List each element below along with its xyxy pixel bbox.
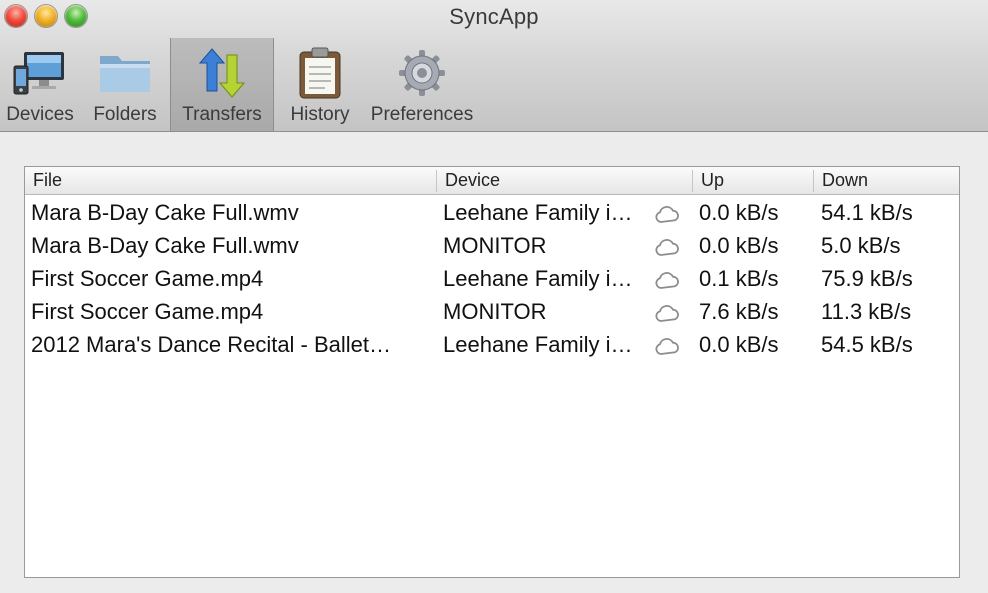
gear-icon — [392, 46, 452, 100]
toolbar-folders-button[interactable]: Folders — [80, 38, 170, 131]
column-header-device[interactable]: Device — [436, 170, 500, 192]
window-title: SyncApp — [449, 4, 539, 29]
device-name-cell: Leehane Family i… — [443, 200, 633, 225]
file-name-cell: First Soccer Game.mp4 — [31, 266, 264, 291]
toolbar-devices-button[interactable]: Devices — [0, 38, 80, 131]
upload-rate-cell: 7.6 kB/s — [699, 299, 779, 324]
upload-rate-cell: 0.0 kB/s — [699, 332, 779, 357]
toolbar: Devices Folders Transfers History Prefer… — [0, 38, 478, 131]
file-name-cell: 2012 Mara's Dance Recital - Ballet… — [31, 332, 392, 357]
download-rate-cell: 54.5 kB/s — [821, 332, 913, 357]
cloud-icon — [653, 237, 681, 263]
syncapp-window: SyncApp Devices Folders Transfers Histor… — [0, 0, 988, 593]
file-name-cell: Mara B-Day Cake Full.wmv — [31, 200, 299, 225]
transfers-table: File Device Up Down Mara B-Day Cake Full… — [24, 166, 960, 578]
device-name-cell: Leehane Family i… — [443, 332, 633, 357]
upload-rate-cell: 0.0 kB/s — [699, 200, 779, 225]
upload-rate-cell: 0.1 kB/s — [699, 266, 779, 291]
file-name-cell: First Soccer Game.mp4 — [31, 299, 264, 324]
device-name-cell: MONITOR — [443, 299, 547, 324]
cloud-icon — [653, 336, 681, 362]
column-header-down[interactable]: Down — [813, 170, 868, 192]
download-rate-cell: 54.1 kB/s — [821, 200, 913, 225]
table-row[interactable]: First Soccer Game.mp4 Leehane Family i… 0.… — [25, 263, 959, 296]
file-name-cell: Mara B-Day Cake Full.wmv — [31, 233, 299, 258]
toolbar-preferences-label: Preferences — [370, 104, 474, 125]
devices-icon — [10, 46, 70, 100]
toolbar-devices-label: Devices — [6, 104, 74, 125]
toolbar-transfers-button[interactable]: Transfers — [170, 38, 274, 131]
upload-rate-cell: 0.0 kB/s — [699, 233, 779, 258]
table-row[interactable]: Mara B-Day Cake Full.wmv MONITOR 0.0 kB/s 5… — [25, 230, 959, 263]
toolbar-preferences-button[interactable]: Preferences — [366, 38, 478, 131]
folder-icon — [95, 46, 155, 100]
cloud-icon — [653, 303, 681, 329]
table-row[interactable]: Mara B-Day Cake Full.wmv Leehane Family i… — [25, 197, 959, 230]
download-rate-cell: 11.3 kB/s — [821, 299, 912, 324]
toolbar-folders-label: Folders — [93, 104, 157, 125]
table-header: File Device Up Down — [25, 167, 959, 195]
download-rate-cell: 5.0 kB/s — [821, 233, 901, 258]
cloud-icon — [653, 270, 681, 296]
toolbar-transfers-label: Transfers — [182, 104, 262, 125]
device-name-cell: MONITOR — [443, 233, 547, 258]
transfers-icon — [192, 46, 252, 100]
clipboard-icon — [290, 46, 350, 100]
table-row[interactable]: 2012 Mara's Dance Recital - Ballet… Leeha… — [25, 329, 959, 362]
title-bar: SyncApp Devices Folders Transfers Histor… — [0, 0, 988, 132]
device-name-cell: Leehane Family i… — [443, 266, 633, 291]
column-header-file[interactable]: File — [33, 170, 62, 192]
download-rate-cell: 75.9 kB/s — [821, 266, 913, 291]
toolbar-history-button[interactable]: History — [274, 38, 366, 131]
toolbar-history-label: History — [290, 104, 350, 125]
table-row[interactable]: First Soccer Game.mp4 MONITOR 7.6 kB/s 11.3… — [25, 296, 959, 329]
column-header-up[interactable]: Up — [692, 170, 724, 192]
cloud-icon — [653, 204, 681, 230]
